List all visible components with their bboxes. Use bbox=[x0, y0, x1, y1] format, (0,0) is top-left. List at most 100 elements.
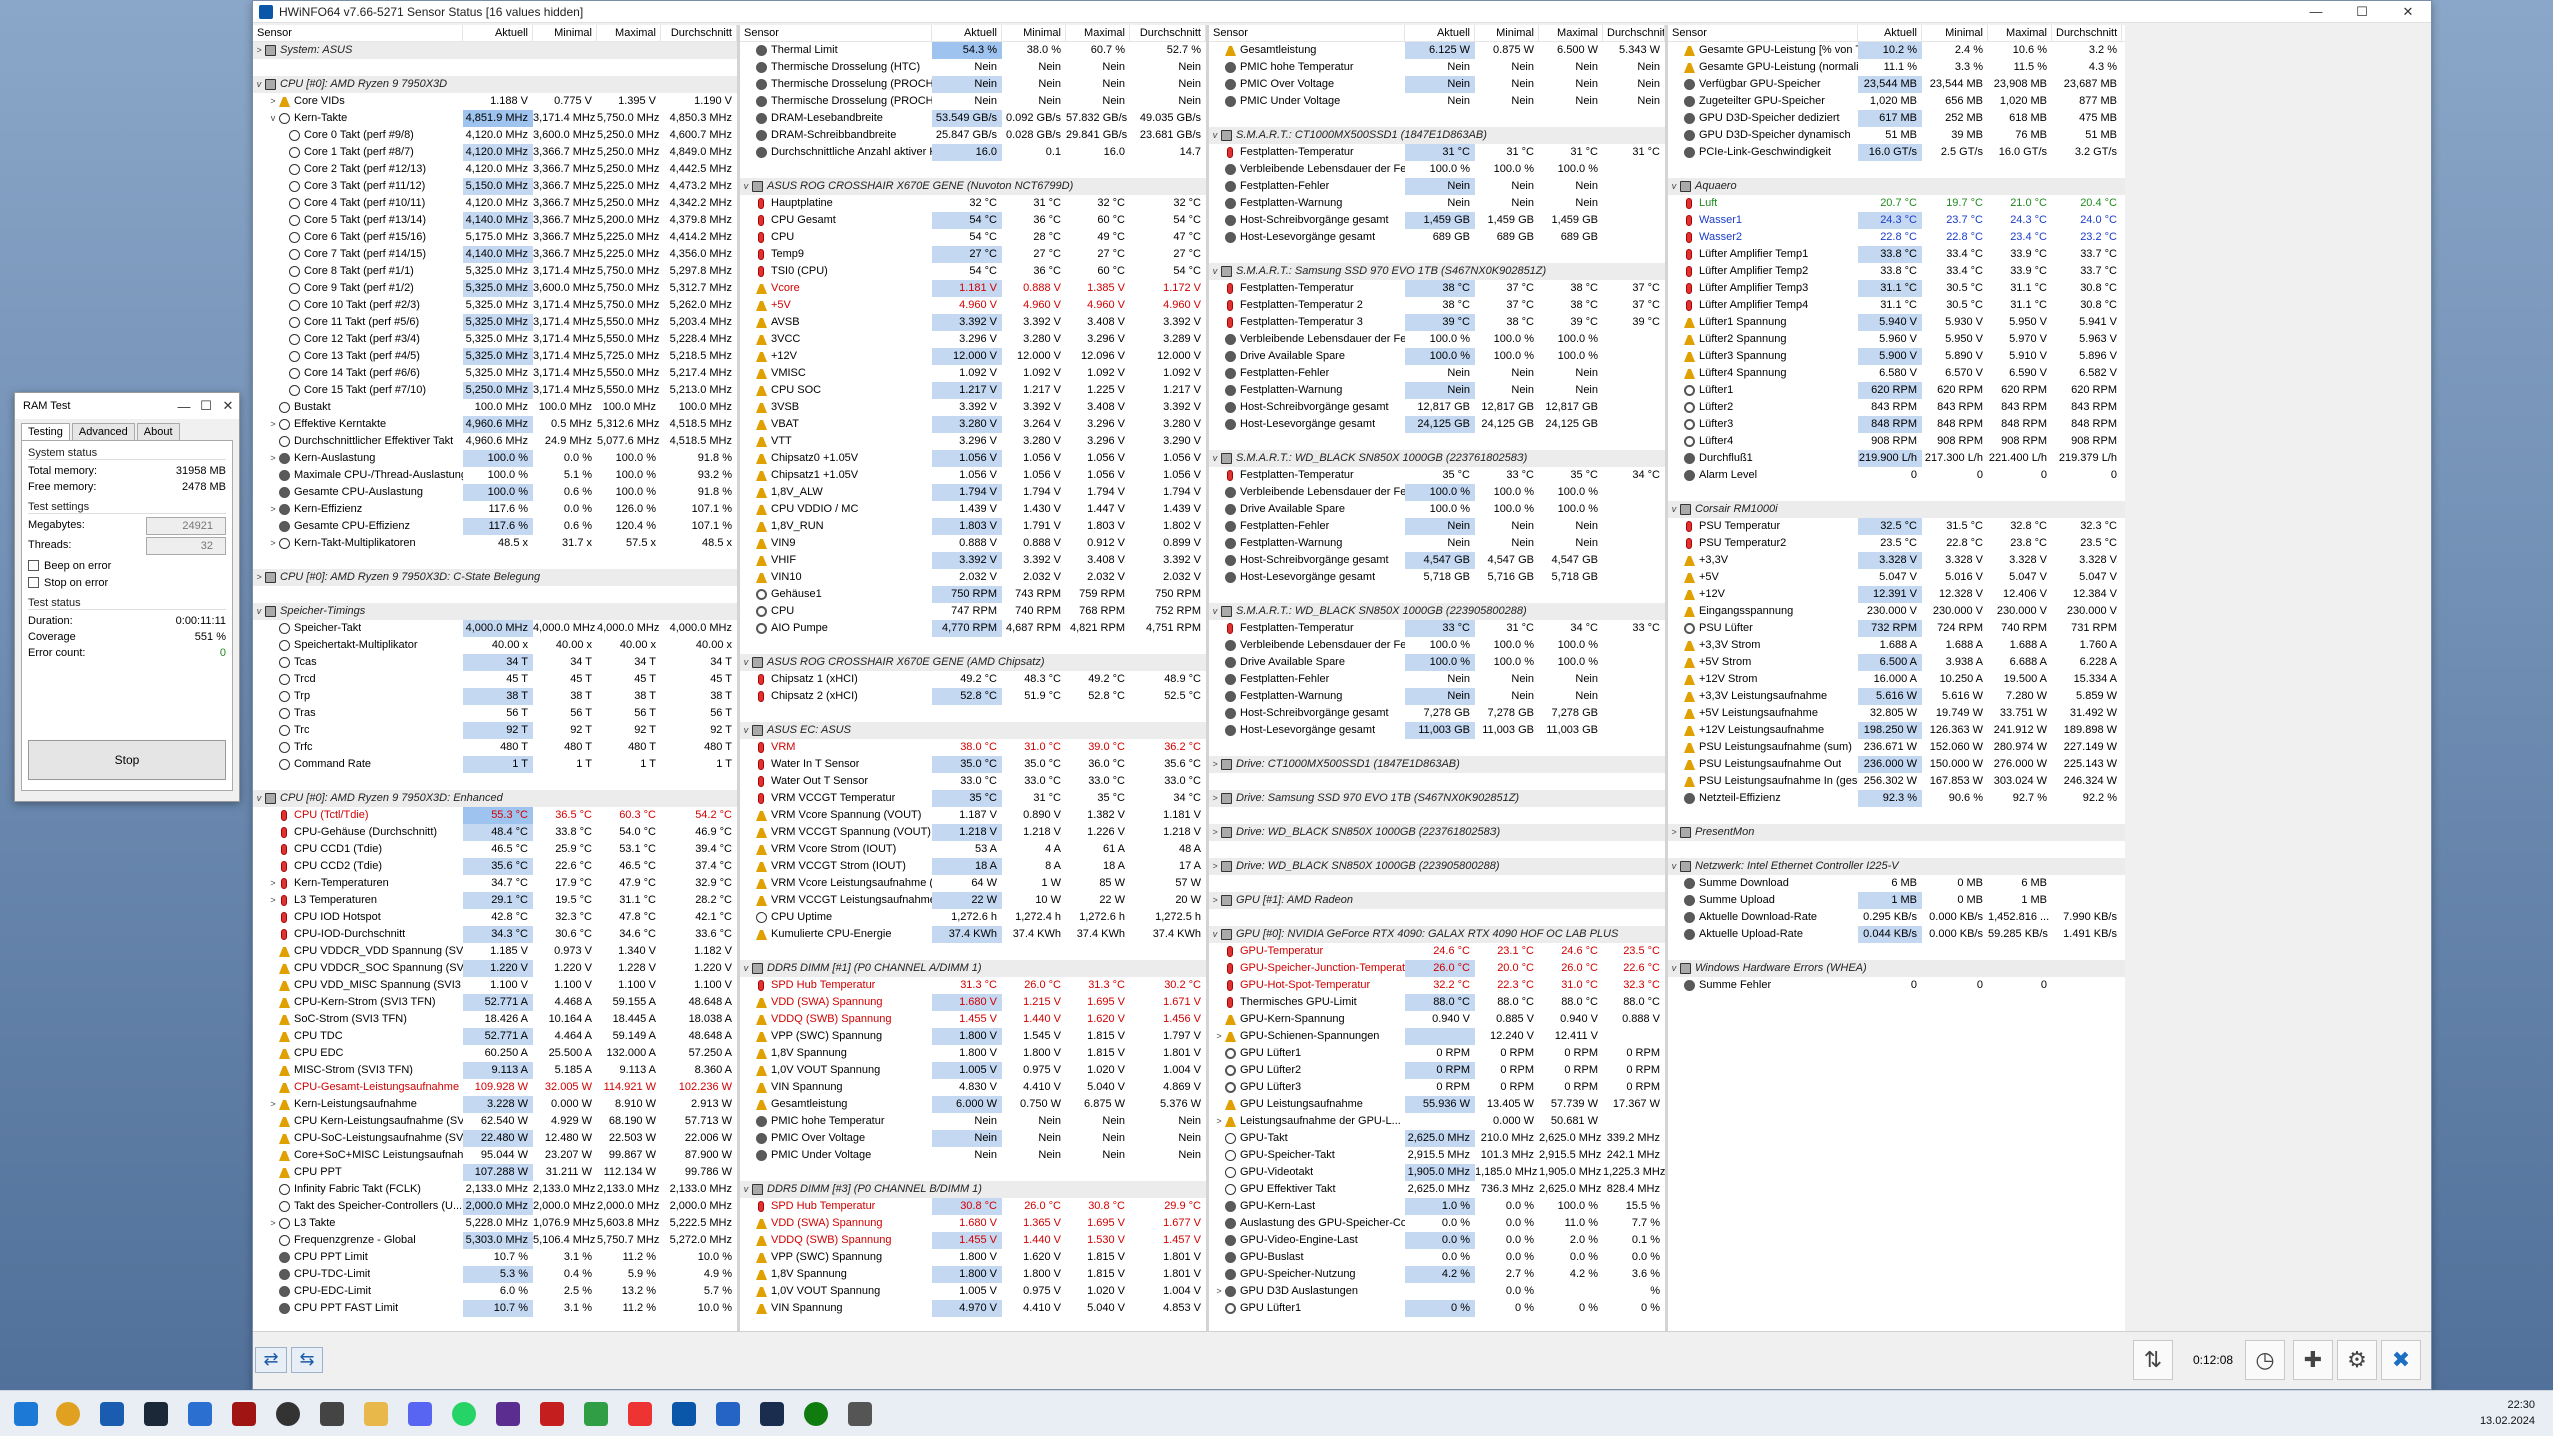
sensor-group-header[interactable]: v S.M.A.R.T.: WD_BLACK SN850X 1000GB (223… bbox=[1209, 450, 1665, 467]
sensor-row[interactable]: Lüfter2 Spannung 5.960 V 5.950 V 5.970 V 5.9… bbox=[1668, 331, 2125, 348]
sensor-row[interactable]: Host-Schreibvorgänge gesamt 4,547 GB 4,547… bbox=[1209, 552, 1665, 569]
expand-toggle-icon[interactable]: v bbox=[1209, 926, 1221, 943]
sensor-row[interactable]: Wasser1 24.3 °C 23.7 °C 24.3 °C 24.0 °C bbox=[1668, 212, 2125, 229]
settings-gear-icon[interactable]: ⚙ bbox=[2337, 1340, 2377, 1380]
system-clock[interactable]: 22:30 13.02.2024 bbox=[2480, 1397, 2535, 1429]
sensor-row[interactable]: VRM VCCGT Leistungsaufnahme (...22 W10 W… bbox=[740, 892, 1206, 909]
expand-toggle-icon[interactable]: > bbox=[267, 450, 279, 467]
sensor-row[interactable]: > Leistungsaufnahme der GPU-L... 0.000 W 50… bbox=[1209, 1113, 1665, 1130]
sensor-row[interactable]: Gesamte CPU-Effizienz 117.6 % 0.6 % 120.4 %… bbox=[253, 518, 737, 535]
threads-input[interactable]: 32 bbox=[146, 537, 226, 555]
sensor-row[interactable]: Verbleibende Lebensdauer der Fe... 100.0 … bbox=[1209, 637, 1665, 654]
expand-toggle-icon[interactable]: > bbox=[267, 892, 279, 909]
sensor-row[interactable]: CPU SOC 1.217 V 1.217 V 1.225 V 1.217 V bbox=[740, 382, 1206, 399]
sensor-row[interactable]: > GPU-Schienen-Spannungen 12.240 V 12.411 V bbox=[1209, 1028, 1665, 1045]
sensor-row[interactable]: Chipsatz 2 (xHCI) 52.8 °C 51.9 °C 52.8 °C 52… bbox=[740, 688, 1206, 705]
expand-toggle-icon[interactable]: v bbox=[1668, 178, 1680, 195]
sensor-row[interactable]: CPU CCD2 (Tdie) 35.6 °C 22.6 °C 46.5 °C 37.4… bbox=[253, 858, 737, 875]
sensor-group-header[interactable]: v CPU [#0]: AMD Ryzen 9 7950X3D bbox=[253, 76, 737, 93]
sensor-row[interactable]: PSU Temperatur2 23.5 °C 22.8 °C 23.8 °C 23.5… bbox=[1668, 535, 2125, 552]
col-header-current[interactable]: Aktuell bbox=[463, 25, 533, 41]
sensor-row[interactable]: 3VSB 3.392 V 3.392 V 3.408 V 3.392 V bbox=[740, 399, 1206, 416]
tab-advanced[interactable]: Advanced bbox=[71, 423, 135, 440]
sensor-row[interactable]: Durchfluß1 219.900 L/h 217.300 L/h 221.400 … bbox=[1668, 450, 2125, 467]
sensor-row[interactable]: > Effektive Kerntakte 4,960.6 MHz 0.5 MHz 5,… bbox=[253, 416, 737, 433]
sensor-row[interactable]: CPU (Tctl/Tdie) 55.3 °C 36.5 °C 60.3 °C 54.2… bbox=[253, 807, 737, 824]
sensor-row[interactable]: Festplatten-Temperatur 38 °C 37 °C 38 °C 37 … bbox=[1209, 280, 1665, 297]
sensor-row[interactable]: > Kern-Auslastung 100.0 % 0.0 % 100.0 % 91.8 … bbox=[253, 450, 737, 467]
sensor-group-header[interactable]: > Drive: WD_BLACK SN850X 1000GB (22376180… bbox=[1209, 824, 1665, 841]
col-header-sensor[interactable]: Sensor bbox=[253, 25, 463, 41]
sensor-row[interactable]: Zugeteilter GPU-Speicher 1,020 MB 656 MB 1,… bbox=[1668, 93, 2125, 110]
sensor-row[interactable]: Festplatten-Temperatur 35 °C 33 °C 35 °C 34 … bbox=[1209, 467, 1665, 484]
close-sensors-icon[interactable]: ✖ bbox=[2381, 1340, 2421, 1380]
sensor-row[interactable]: Lüfter Amplifier Temp2 33.8 °C 33.4 °C 33.9… bbox=[1668, 263, 2125, 280]
sensor-row[interactable]: VRM VCCGT Temperatur 35 °C 31 °C 35 °C 34 °C bbox=[740, 790, 1206, 807]
sensor-row[interactable]: SoC-Strom (SVI3 TFN) 18.426 A 10.164 A 18.4… bbox=[253, 1011, 737, 1028]
sensor-row[interactable]: CPU VDD_MISC Spannung (SVI3 ... 1.100 V 1.… bbox=[253, 977, 737, 994]
sensor-row[interactable]: Festplatten-Temperatur 3 39 °C 38 °C 39 °C 3… bbox=[1209, 314, 1665, 331]
sensor-group-header[interactable]: v Windows Hardware Errors (WHEA) bbox=[1668, 960, 2125, 977]
sensor-group-header[interactable]: v CPU [#0]: AMD Ryzen 9 7950X3D: Enhanced bbox=[253, 790, 737, 807]
sensor-row[interactable]: GPU-Kern-Spannung 0.940 V 0.885 V 0.940 V 0.… bbox=[1209, 1011, 1665, 1028]
sensor-row[interactable]: PSU Lüfter 732 RPM 724 RPM 740 RPM 731 RPM bbox=[1668, 620, 2125, 637]
expand-all-button[interactable]: ⇄ bbox=[255, 1347, 287, 1373]
expand-toggle-icon[interactable]: v bbox=[1209, 127, 1221, 144]
sensor-row[interactable]: Maximale CPU-/Thread-Auslastung 100.0 % 5.… bbox=[253, 467, 737, 484]
expand-toggle-icon[interactable]: v bbox=[740, 1181, 752, 1198]
network-icon[interactable]: ⇅ bbox=[2133, 1340, 2173, 1380]
sensor-row[interactable]: Speicher-Takt 4,000.0 MHz 4,000.0 MHz 4,000… bbox=[253, 620, 737, 637]
sensor-group-header[interactable]: v DDR5 DIMM [#3] (P0 CHANNEL B/DIMM 1) bbox=[740, 1181, 1206, 1198]
sensor-row[interactable]: Lüfter1 Spannung 5.940 V 5.930 V 5.950 V 5.9… bbox=[1668, 314, 2125, 331]
sensor-row[interactable]: CPU Uptime 1,272.6 h 1,272.4 h 1,272.6 h 1,2… bbox=[740, 909, 1206, 926]
sensor-row[interactable]: VMISC 1.092 V 1.092 V 1.092 V 1.092 V bbox=[740, 365, 1206, 382]
sensor-row[interactable]: Chipsatz 1 (xHCI) 49.2 °C 48.3 °C 49.2 °C 48… bbox=[740, 671, 1206, 688]
logging-icon[interactable]: ✚ bbox=[2293, 1340, 2333, 1380]
sensor-row[interactable]: GPU-Speicher-Junction-Temperatur 26.0 °C 2… bbox=[1209, 960, 1665, 977]
sensor-row[interactable]: 1,0V VOUT Spannung 1.005 V 0.975 V 1.020 V1… bbox=[740, 1283, 1206, 1300]
expand-toggle-icon[interactable]: > bbox=[1209, 858, 1221, 875]
sensor-row[interactable]: GPU-Video-Engine-Last 0.0 % 0.0 % 2.0 % 0.1 … bbox=[1209, 1232, 1665, 1249]
expand-toggle-icon[interactable]: > bbox=[1209, 824, 1221, 841]
sensor-row[interactable]: > Kern-Takt-Multiplikatoren 48.5 x 31.7 x 57… bbox=[253, 535, 737, 552]
expand-toggle-icon[interactable]: > bbox=[267, 416, 279, 433]
sensor-row[interactable]: GPU Leistungsaufnahme 55.936 W 13.405 W 57.… bbox=[1209, 1096, 1665, 1113]
sensor-group-header[interactable]: v Netzwerk: Intel Ethernet Controller I22… bbox=[1668, 858, 2125, 875]
sensor-group-header[interactable]: v ASUS EC: ASUS bbox=[740, 722, 1206, 739]
sensor-row[interactable]: GPU-Speicher-Nutzung 4.2 % 2.7 % 4.2 % 3.6 % bbox=[1209, 1266, 1665, 1283]
sensor-row[interactable]: Gesamtleistung 6.125 W 0.875 W 6.500 W 5.343… bbox=[1209, 42, 1665, 59]
sensor-row[interactable]: Water Out T Sensor 33.0 °C 33.0 °C 33.0 °C 3… bbox=[740, 773, 1206, 790]
sensor-row[interactable]: Core 12 Takt (perf #3/4) 5,325.0 MHz 3,171… bbox=[253, 331, 737, 348]
sensor-row[interactable]: Luft 20.7 °C 19.7 °C 21.0 °C 20.4 °C bbox=[1668, 195, 2125, 212]
sensor-row[interactable]: CPU-TDC-Limit 5.3 % 0.4 % 5.9 % 4.9 % bbox=[253, 1266, 737, 1283]
sensor-row[interactable]: Lüfter3 Spannung 5.900 V 5.890 V 5.910 V 5.8… bbox=[1668, 348, 2125, 365]
expand-toggle-icon[interactable]: > bbox=[267, 875, 279, 892]
sensor-row[interactable]: Bustakt 100.0 MHz 100.0 MHz 100.0 MHz 100.0 … bbox=[253, 399, 737, 416]
sensor-row[interactable]: Thermisches GPU-Limit 88.0 °C 88.0 °C 88.0 … bbox=[1209, 994, 1665, 1011]
sensor-row[interactable]: 1,0V VOUT Spannung 1.005 V 0.975 V 1.020 V1… bbox=[740, 1062, 1206, 1079]
sensor-row[interactable]: Gesamtleistung 6.000 W 0.750 W 6.875 W 5.376… bbox=[740, 1096, 1206, 1113]
sensor-row[interactable]: CPU PPT 107.288 W 31.211 W 112.134 W 99.786 … bbox=[253, 1164, 737, 1181]
stop-button[interactable]: Stop bbox=[28, 740, 226, 780]
sensor-group-header[interactable]: v S.M.A.R.T.: Samsung SSD 970 EVO 1TB (S4… bbox=[1209, 263, 1665, 280]
sensor-row[interactable]: Lüfter1 620 RPM 620 RPM 620 RPM 620 RPM bbox=[1668, 382, 2125, 399]
sensor-row[interactable]: Hauptplatine 32 °C 31 °C 32 °C 32 °C bbox=[740, 195, 1206, 212]
sensor-row[interactable]: Eingangsspannung 230.000 V 230.000 V 230.00… bbox=[1668, 603, 2125, 620]
sensor-row[interactable]: Lüfter Amplifier Temp4 31.1 °C 30.5 °C 31.1… bbox=[1668, 297, 2125, 314]
sensor-row[interactable]: Festplatten-Warnung Nein Nein Nein bbox=[1209, 688, 1665, 705]
expand-toggle-icon[interactable]: > bbox=[1209, 756, 1221, 773]
sensor-group-header[interactable]: > CPU [#0]: AMD Ryzen 9 7950X3D: C-State … bbox=[253, 569, 737, 586]
sensor-row[interactable]: 3VCC 3.296 V 3.280 V 3.296 V 3.289 V bbox=[740, 331, 1206, 348]
expand-toggle-icon[interactable]: > bbox=[253, 42, 265, 59]
sensor-row[interactable]: Core 15 Takt (perf #7/10) 5,250.0 MHz 3,17… bbox=[253, 382, 737, 399]
expand-toggle-icon[interactable]: v bbox=[1209, 450, 1221, 467]
stop-on-error-checkbox[interactable]: Stop on error bbox=[28, 574, 226, 591]
sensor-row[interactable]: GPU Lüfter1 0 RPM 0 RPM 0 RPM 0 RPM bbox=[1209, 1045, 1665, 1062]
sensor-row[interactable]: VBAT 3.280 V 3.264 V 3.296 V 3.280 V bbox=[740, 416, 1206, 433]
sensor-row[interactable]: Core 3 Takt (perf #11/12) 5,150.0 MHz 3,36… bbox=[253, 178, 737, 195]
col-header-sensor[interactable]: Sensor bbox=[1668, 25, 1858, 41]
sensor-row[interactable]: +12V 12.391 V 12.328 V 12.406 V 12.384 V bbox=[1668, 586, 2125, 603]
sensor-row[interactable]: VPP (SWC) Spannung 1.800 V 1.620 V 1.815 V1… bbox=[740, 1249, 1206, 1266]
sensor-group-header[interactable]: > PresentMon bbox=[1668, 824, 2125, 841]
sensor-row[interactable]: Core 5 Takt (perf #13/14) 4,140.0 MHz 3,36… bbox=[253, 212, 737, 229]
